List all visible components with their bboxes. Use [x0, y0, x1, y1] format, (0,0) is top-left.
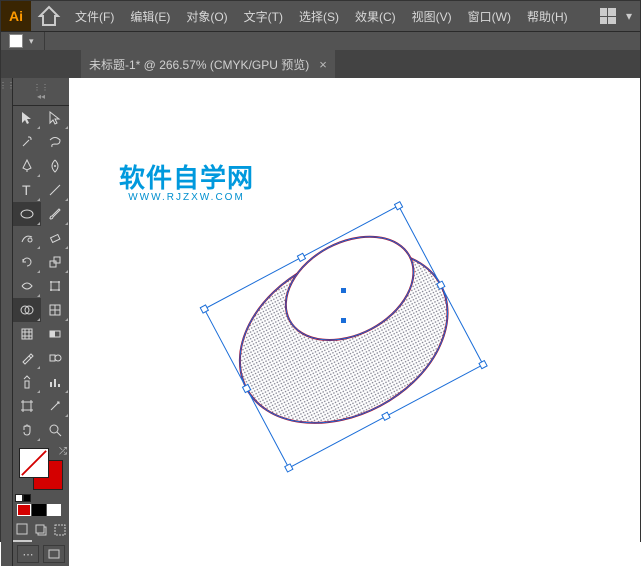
menu-effect[interactable]: 效果(C) [347, 1, 404, 31]
draw-behind-icon[interactable] [32, 518, 51, 542]
ellipse-tool[interactable] [13, 202, 41, 226]
menu-bar: Ai 文件(F) 编辑(E) 对象(O) 文字(T) 选择(S) 效果(C) 视… [1, 1, 640, 31]
dock-strip: ⋮⋮ [1, 78, 13, 566]
menu-file[interactable]: 文件(F) [67, 1, 122, 31]
shape-builder-tool[interactable] [13, 298, 41, 322]
handle-bottom-right[interactable] [479, 361, 487, 369]
main-area: ⋮⋮ ⋮⋮ ◂◂ T [1, 78, 640, 566]
free-transform-tool[interactable] [41, 274, 69, 298]
control-fill-swatch[interactable] [9, 34, 23, 48]
control-bar: ▾ [1, 31, 640, 50]
menu-view[interactable]: 视图(V) [404, 1, 460, 31]
tool-grid: T [13, 106, 69, 442]
menubar-right: ▾ [600, 8, 632, 24]
draw-normal-icon[interactable] [13, 518, 32, 542]
dock-grip-icon[interactable]: ⋮⋮ [1, 78, 13, 92]
workspace-switcher-icon[interactable]: ▾ [626, 9, 632, 23]
slice-tool[interactable] [41, 394, 69, 418]
screen-mode-row: ⋯ [13, 542, 69, 566]
document-tab[interactable]: 未标题-1* @ 266.57% (CMYK/GPU 预览) × [81, 50, 335, 78]
app-logo: Ai [1, 1, 31, 31]
symbol-sprayer-tool[interactable] [13, 370, 41, 394]
rotate-tool[interactable] [13, 250, 41, 274]
gradient-tool[interactable] [41, 322, 69, 346]
curvature-tool[interactable] [41, 154, 69, 178]
draw-inside-icon[interactable] [50, 518, 69, 542]
handle-bottom-left[interactable] [285, 464, 293, 472]
lasso-tool[interactable] [41, 130, 69, 154]
document-tab-title: 未标题-1* @ 266.57% (CMYK/GPU 预览) [89, 56, 309, 73]
line-segment-tool[interactable] [41, 178, 69, 202]
column-graph-tool[interactable] [41, 370, 69, 394]
color-swatch-row [13, 502, 69, 518]
selection-tool[interactable] [13, 106, 41, 130]
edit-toolbar-button[interactable]: ⋯ [17, 545, 39, 563]
center-point-1[interactable] [341, 288, 346, 293]
magic-wand-tool[interactable] [13, 130, 41, 154]
zoom-tool[interactable] [41, 418, 69, 442]
fill-stroke-control[interactable]: ⤮ [13, 446, 69, 502]
menu-help[interactable]: 帮助(H) [519, 1, 576, 31]
type-tool[interactable]: T [13, 178, 41, 202]
hand-tool[interactable] [13, 418, 41, 442]
app-window: Ai 文件(F) 编辑(E) 对象(O) 文字(T) 选择(S) 效果(C) 视… [0, 0, 641, 542]
center-point-2[interactable] [341, 318, 346, 323]
menu-window[interactable]: 窗口(W) [460, 1, 519, 31]
shaper-tool[interactable] [13, 226, 41, 250]
default-fill-stroke-icon[interactable] [15, 494, 31, 502]
selected-artwork[interactable] [189, 178, 469, 438]
width-tool[interactable] [13, 274, 41, 298]
paintbrush-tool[interactable] [41, 202, 69, 226]
close-icon[interactable]: × [319, 57, 327, 72]
menu-object[interactable]: 对象(O) [178, 1, 235, 31]
svg-text:T: T [22, 182, 31, 198]
artboard[interactable]: 软件自学网 WWW.RJZXW.COM [69, 78, 640, 566]
puppet-warp-tool[interactable] [41, 298, 69, 322]
toolbox: ⋮⋮ ◂◂ T [13, 78, 69, 566]
swatch-red[interactable] [17, 504, 31, 516]
handle-top-right[interactable] [395, 202, 403, 210]
eraser-tool[interactable] [41, 226, 69, 250]
drawing-mode-row [13, 518, 69, 542]
swatch-white[interactable] [47, 504, 61, 516]
arrange-documents-icon[interactable] [600, 8, 616, 24]
toolbox-grip[interactable]: ⋮⋮ ◂◂ [13, 78, 69, 106]
handle-top-left[interactable] [200, 305, 208, 313]
fill-swatch[interactable] [19, 448, 49, 478]
direct-selection-tool[interactable] [41, 106, 69, 130]
mesh-tool[interactable] [13, 322, 41, 346]
canvas-area[interactable]: 软件自学网 WWW.RJZXW.COM [69, 78, 640, 566]
artboard-tool[interactable] [13, 394, 41, 418]
document-tab-bar: 未标题-1* @ 266.57% (CMYK/GPU 预览) × [1, 50, 640, 78]
menu-edit[interactable]: 编辑(E) [122, 1, 178, 31]
menu-type[interactable]: 文字(T) [236, 1, 291, 31]
pen-tool[interactable] [13, 154, 41, 178]
menu-select[interactable]: 选择(S) [291, 1, 347, 31]
screen-mode-button[interactable] [43, 545, 65, 563]
scale-tool[interactable] [41, 250, 69, 274]
home-icon[interactable] [37, 4, 61, 28]
eyedropper-tool[interactable] [13, 346, 41, 370]
handle-mid-top[interactable] [297, 253, 305, 261]
handle-mid-bottom[interactable] [382, 412, 390, 420]
swap-fill-stroke-icon[interactable]: ⤮ [59, 446, 67, 457]
swatch-black[interactable] [32, 504, 46, 516]
chevron-down-icon[interactable]: ▾ [29, 36, 34, 47]
blend-tool[interactable] [41, 346, 69, 370]
